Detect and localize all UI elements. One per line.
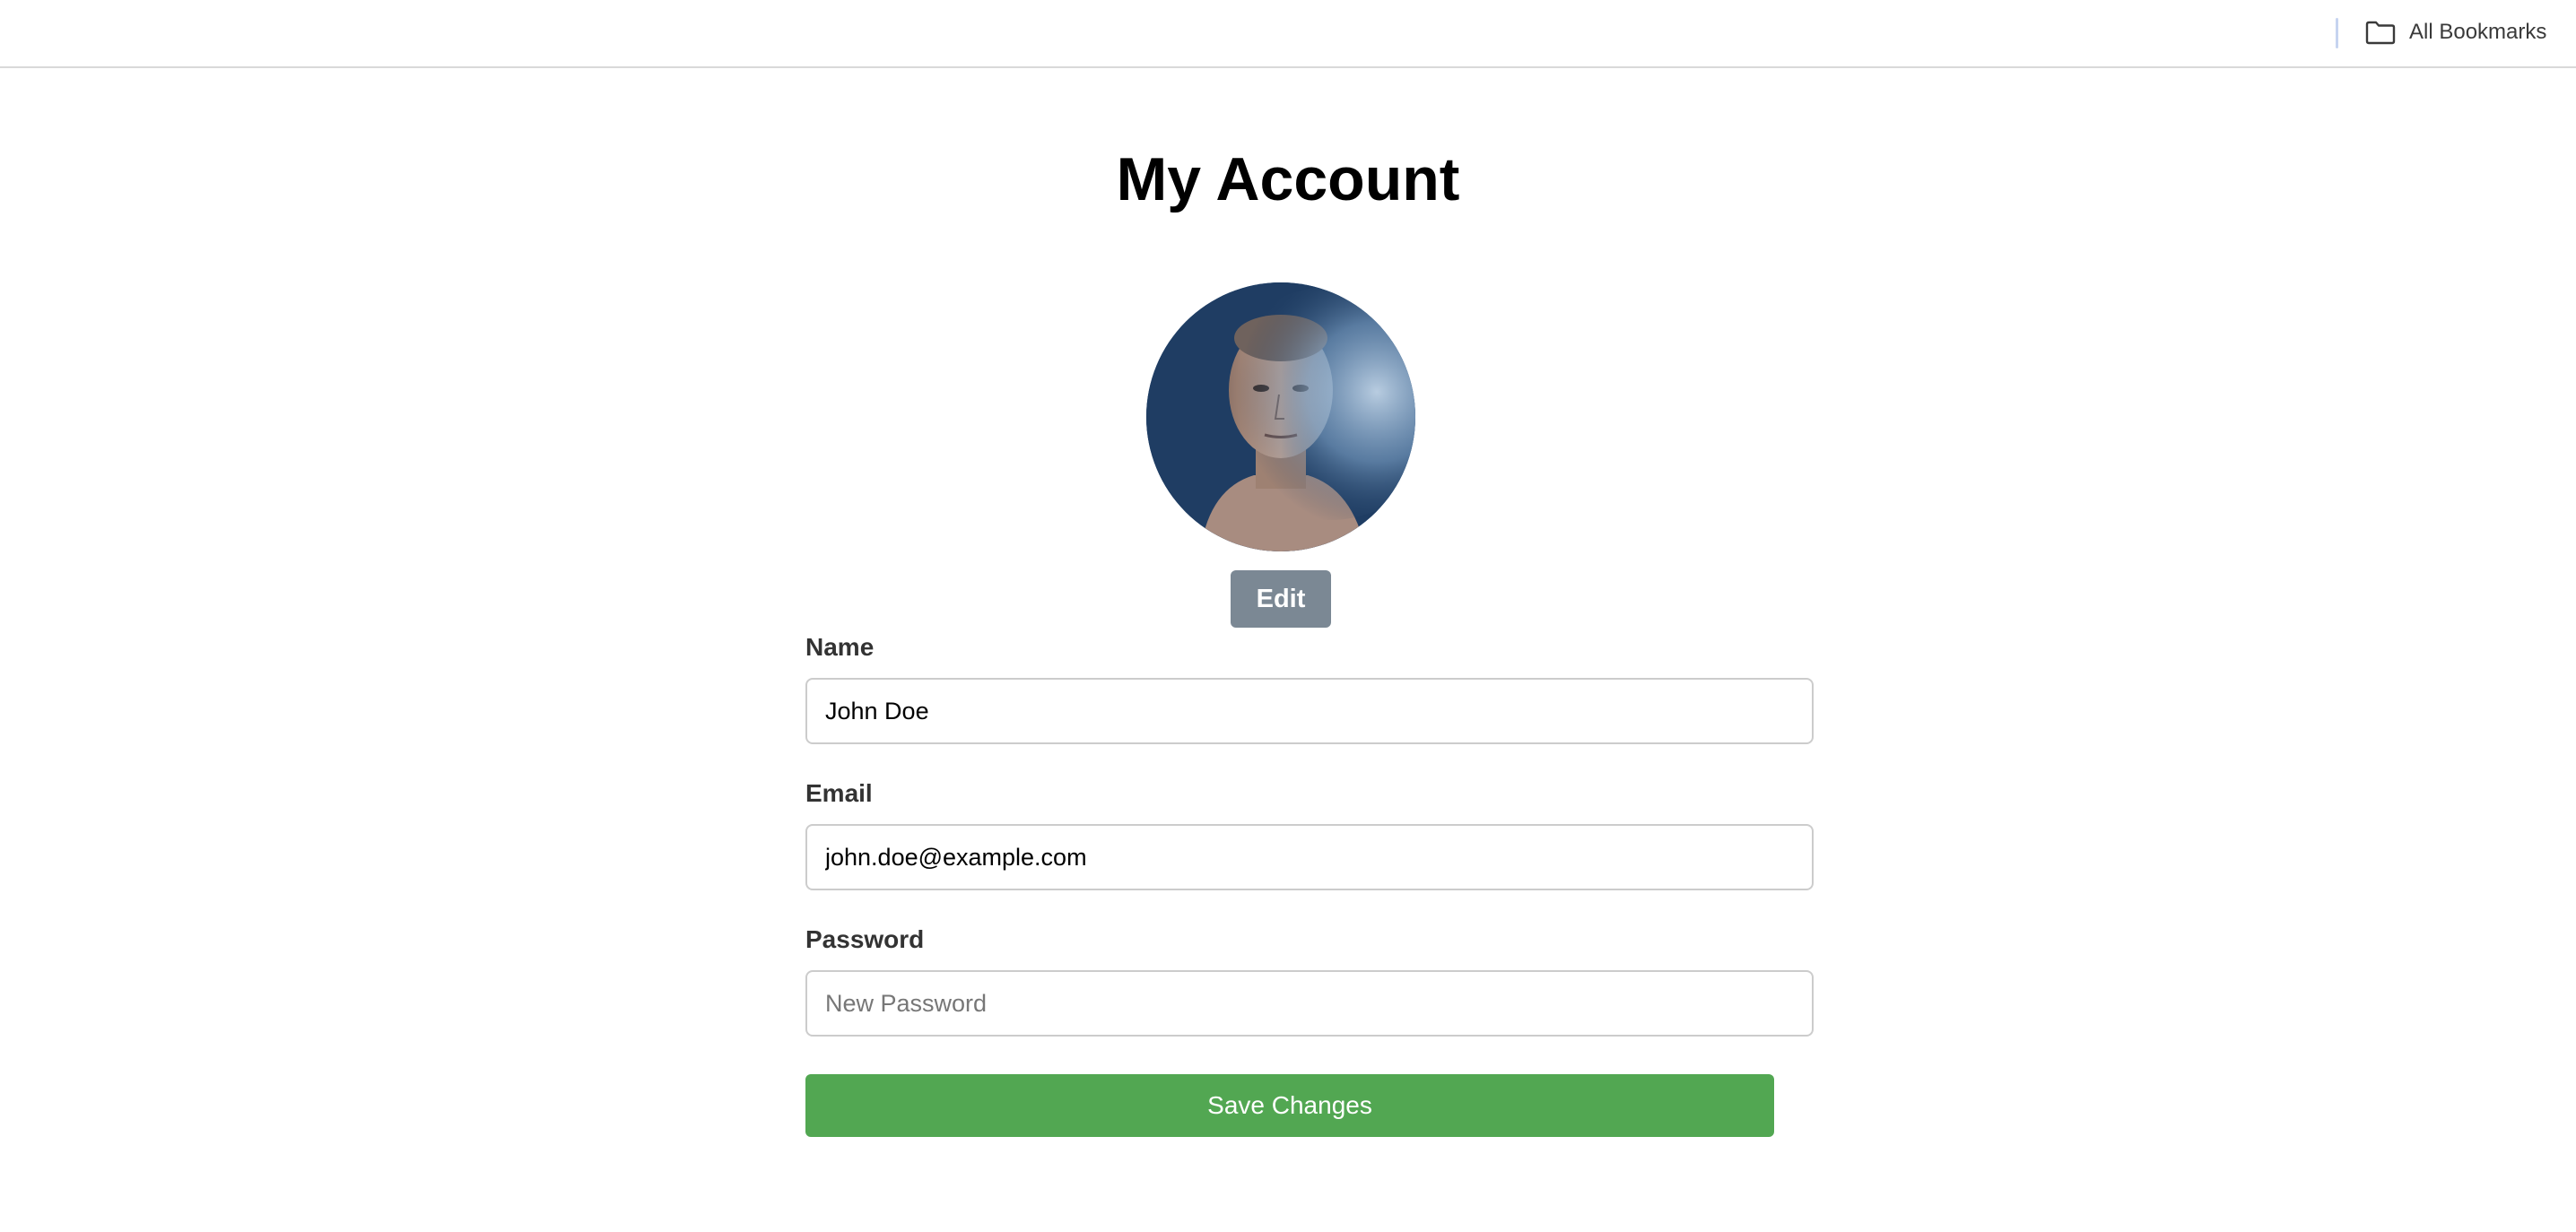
edit-avatar-button[interactable]: Edit xyxy=(1231,570,1331,628)
bookmarks-bar: All Bookmarks xyxy=(0,0,2576,68)
name-input[interactable] xyxy=(805,678,1814,744)
save-changes-button[interactable]: Save Changes xyxy=(805,1074,1774,1137)
all-bookmarks-label: All Bookmarks xyxy=(2409,20,2547,44)
account-page: My Account Edit Name John Doe Email john… xyxy=(0,68,2576,1232)
name-label: Name xyxy=(805,633,875,661)
email-label: Email xyxy=(805,779,873,807)
bookmarks-divider xyxy=(2336,18,2338,48)
all-bookmarks-button[interactable]: All Bookmarks xyxy=(2364,13,2546,52)
page-title: My Account xyxy=(1116,145,1460,213)
avatar xyxy=(1146,282,1415,551)
folder-icon xyxy=(2364,19,2397,46)
email-input[interactable] xyxy=(805,824,1814,890)
password-input[interactable] xyxy=(805,970,1814,1037)
password-label: Password xyxy=(805,925,925,953)
